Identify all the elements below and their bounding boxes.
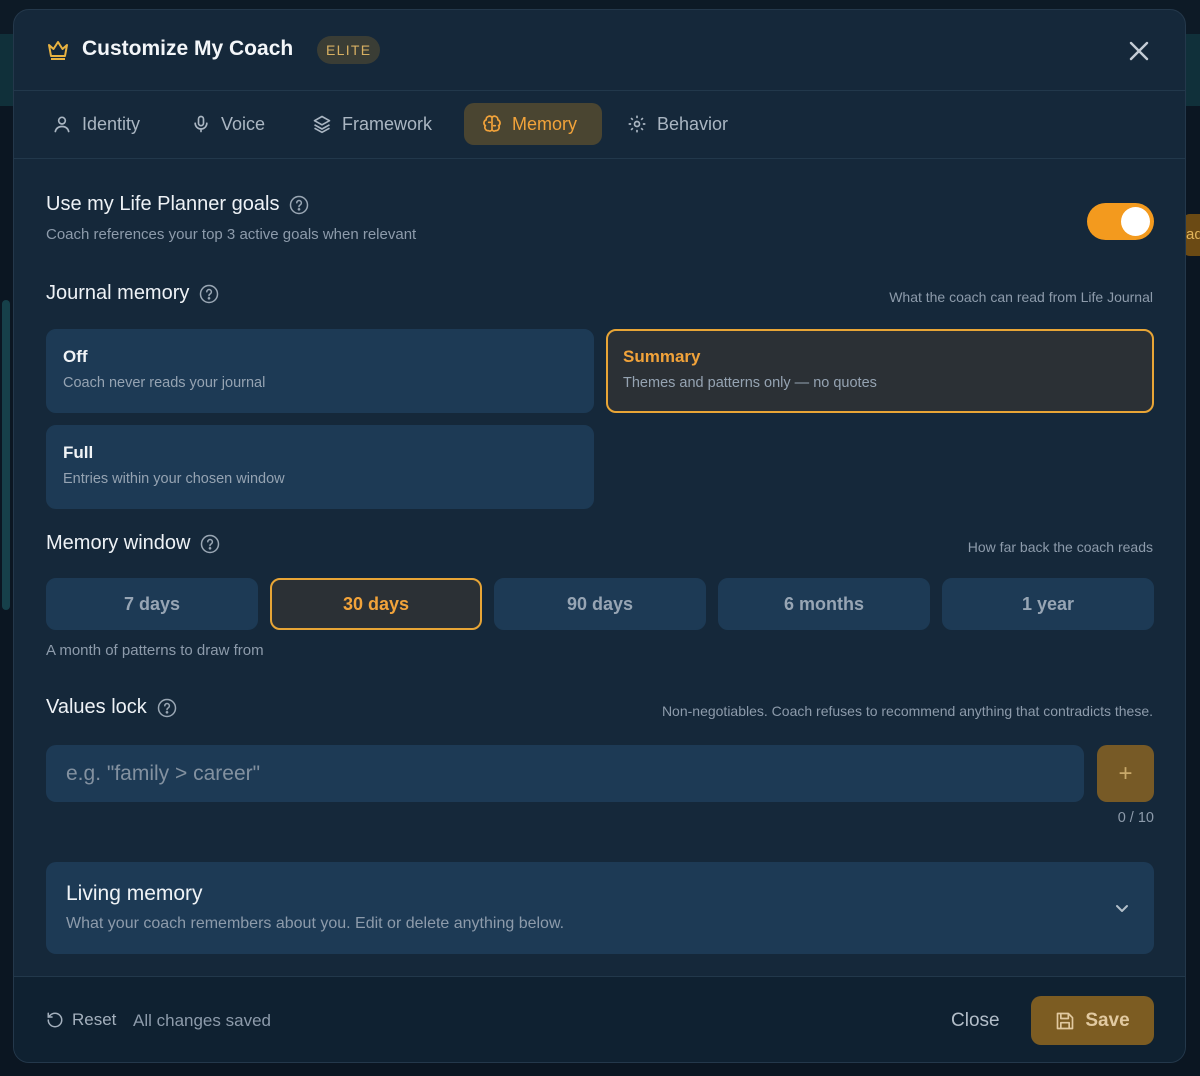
- background-scrollbar: [2, 300, 10, 610]
- layers-icon: [313, 115, 331, 134]
- option-description: Coach never reads your journal: [63, 375, 266, 391]
- plus-icon: +: [1118, 759, 1133, 787]
- help-icon[interactable]: [289, 195, 309, 215]
- add-value-button[interactable]: +: [1097, 745, 1154, 802]
- goals-heading: Use my Life Planner goals: [46, 193, 309, 216]
- help-icon[interactable]: [200, 534, 220, 554]
- tab-voice[interactable]: Voice: [173, 103, 283, 145]
- living-memory-title: Living memory: [66, 882, 203, 905]
- modal-title: Customize My Coach: [82, 37, 294, 60]
- goals-subtitle: Coach references your top 3 active goals…: [46, 226, 417, 243]
- window-option-1-year[interactable]: 1 year: [942, 578, 1154, 630]
- elite-badge: ELITE: [317, 36, 381, 64]
- toggle-knob: [1121, 207, 1150, 236]
- values-heading: Values lock: [46, 696, 177, 719]
- window-caption: A month of patterns to draw from: [46, 642, 264, 659]
- window-option-7-days[interactable]: 7 days: [46, 578, 258, 630]
- tab-behavior-label: Behavior: [657, 113, 729, 134]
- journal-option-full[interactable]: Full Entries within your chosen window: [46, 425, 594, 509]
- gear-icon: [628, 115, 646, 133]
- journal-hint: What the coach can read from Life Journa…: [889, 289, 1153, 305]
- option-title: Off: [63, 347, 88, 366]
- reset-icon: [47, 1012, 63, 1028]
- window-heading: Memory window: [46, 532, 220, 555]
- living-memory-panel[interactable]: Living memory What your coach remembers …: [46, 862, 1154, 954]
- journal-option-summary[interactable]: Summary Themes and patterns only — no qu…: [606, 329, 1154, 413]
- background-side-button-text: ad: [1186, 226, 1200, 243]
- window-title: Memory window: [46, 532, 191, 554]
- memory-settings: Use my Life Planner goals Coach referenc…: [14, 160, 1185, 975]
- crown-icon: [48, 41, 68, 60]
- living-memory-subtitle: What your coach remembers about you. Edi…: [66, 915, 565, 932]
- values-counter: 0 / 10: [1117, 810, 1154, 826]
- tab-memory[interactable]: Memory: [464, 103, 602, 145]
- journal-heading: Journal memory: [46, 282, 219, 305]
- save-status: All changes saved: [133, 1011, 271, 1030]
- journal-title: Journal memory: [46, 282, 190, 304]
- microphone-icon: [194, 115, 208, 133]
- window-option-6-months[interactable]: 6 months: [718, 578, 930, 630]
- chevron-down-icon: [1116, 905, 1128, 912]
- tab-behavior[interactable]: Behavior: [609, 103, 746, 145]
- option-title: Summary: [623, 347, 701, 366]
- save-icon: [1056, 1012, 1074, 1029]
- tab-framework[interactable]: Framework: [294, 103, 450, 145]
- goals-title: Use my Life Planner goals: [46, 193, 280, 215]
- tab-bar: Identity Voice Framework Memory Behavior: [14, 91, 1185, 159]
- close-icon[interactable]: [1124, 36, 1154, 66]
- brain-icon: [483, 115, 501, 132]
- journal-option-off[interactable]: Off Coach never reads your journal: [46, 329, 594, 413]
- goals-toggle[interactable]: [1087, 203, 1154, 240]
- tab-memory-label: Memory: [512, 113, 578, 134]
- option-title: Full: [63, 443, 94, 462]
- option-description: Entries within your chosen window: [63, 471, 285, 487]
- tab-voice-label: Voice: [221, 113, 266, 134]
- close-button[interactable]: Close: [951, 1010, 1000, 1032]
- option-description: Themes and patterns only — no quotes: [623, 375, 877, 391]
- tab-framework-label: Framework: [342, 113, 433, 134]
- modal-footer: Reset All changes saved Close Save: [14, 976, 1185, 1062]
- user-icon: [54, 116, 70, 133]
- window-option-90-days[interactable]: 90 days: [494, 578, 706, 630]
- help-icon[interactable]: [199, 284, 219, 304]
- tab-identity-label: Identity: [82, 113, 141, 134]
- values-input[interactable]: [46, 745, 1084, 802]
- customize-coach-modal: Customize My Coach ELITE Identity Voice …: [13, 9, 1186, 1063]
- reset-label: Reset: [72, 1010, 117, 1029]
- values-title: Values lock: [46, 696, 147, 718]
- save-label: Save: [1085, 1009, 1130, 1031]
- values-hint: Non-negotiables. Coach refuses to recomm…: [661, 703, 1153, 719]
- tab-identity[interactable]: Identity: [34, 103, 158, 145]
- reset-button[interactable]: Reset: [46, 1010, 116, 1030]
- window-option-30-days[interactable]: 30 days: [270, 578, 482, 630]
- help-icon[interactable]: [157, 698, 177, 718]
- window-hint: How far back the coach reads: [967, 539, 1153, 555]
- save-button[interactable]: Save: [1031, 996, 1154, 1045]
- modal-header: Customize My Coach ELITE: [14, 10, 1185, 91]
